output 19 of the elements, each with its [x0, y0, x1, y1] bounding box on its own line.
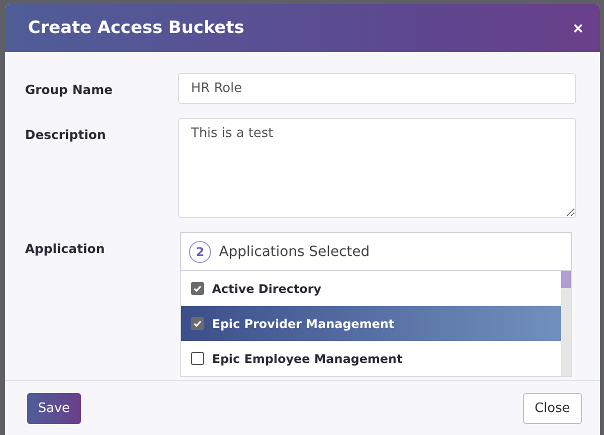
selection-summary: Applications Selected	[219, 244, 370, 260]
save-button[interactable]: Save	[27, 393, 81, 424]
text-field[interactable]: HR Role	[178, 73, 576, 104]
scrollbar[interactable]	[561, 271, 571, 376]
checkbox[interactable]	[191, 352, 204, 365]
option-item[interactable]: Epic Employee Management	[181, 341, 561, 376]
dialog-title: Create Access Buckets	[28, 18, 244, 38]
close-button[interactable]: Close	[522, 393, 582, 424]
option-item[interactable]: Active Directory	[181, 271, 561, 306]
multiselect-field[interactable]: 2 Applications Selected	[180, 232, 572, 271]
count-badge: 2	[189, 240, 211, 262]
field-label: Group Name	[25, 81, 114, 99]
option-item[interactable]: Epic Provider Management	[181, 306, 561, 341]
checkbox[interactable]	[191, 282, 204, 295]
checkbox[interactable]	[191, 317, 204, 330]
close-button[interactable]: ×	[573, 20, 583, 36]
field-label: Application	[25, 240, 106, 258]
text-area[interactable]: This is a test	[178, 118, 576, 218]
field-label: Description	[25, 126, 107, 144]
